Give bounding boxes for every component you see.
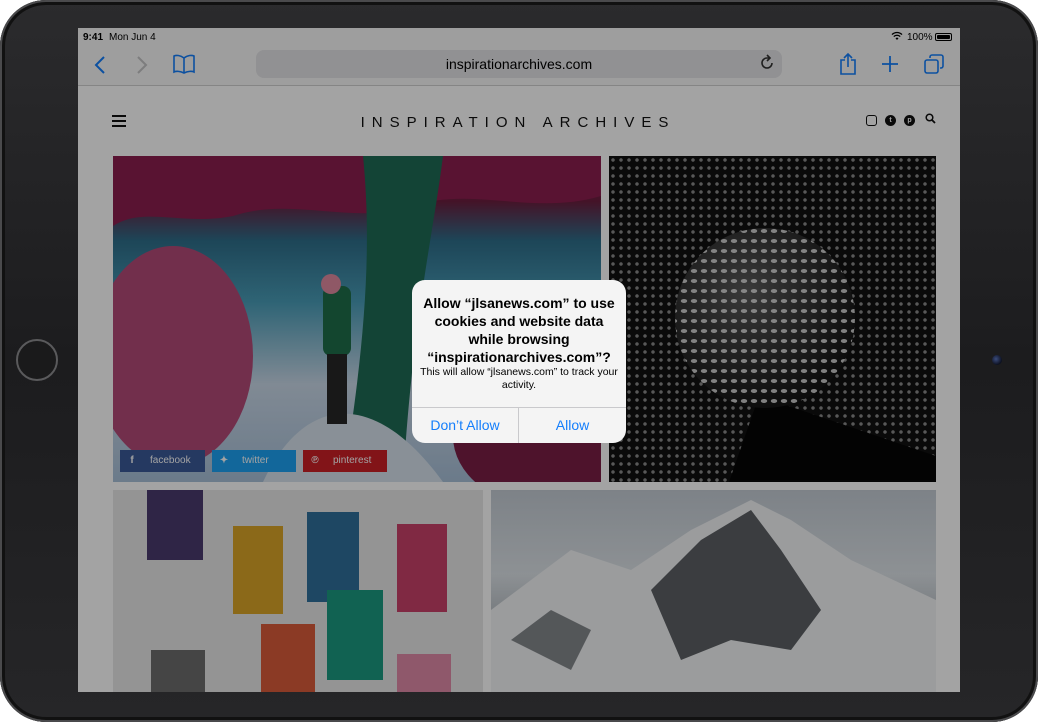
dialog-title: Allow “jlsanews.com” to use cookies and … (423, 295, 615, 365)
cookie-permission-dialog: Allow “jlsanews.com” to use cookies and … (412, 280, 626, 443)
ipad-frame: 9:41 Mon Jun 4 100% inspirationarchives.… (0, 0, 1038, 722)
home-button[interactable] (16, 339, 58, 381)
dont-allow-button[interactable]: Don’t Allow (412, 408, 519, 443)
dialog-buttons: Don’t Allow Allow (412, 407, 626, 443)
allow-button[interactable]: Allow (519, 408, 626, 443)
screen: 9:41 Mon Jun 4 100% inspirationarchives.… (78, 28, 960, 692)
dialog-message: This will allow “jlsanews.com” to track … (420, 366, 618, 391)
camera (992, 355, 1002, 365)
